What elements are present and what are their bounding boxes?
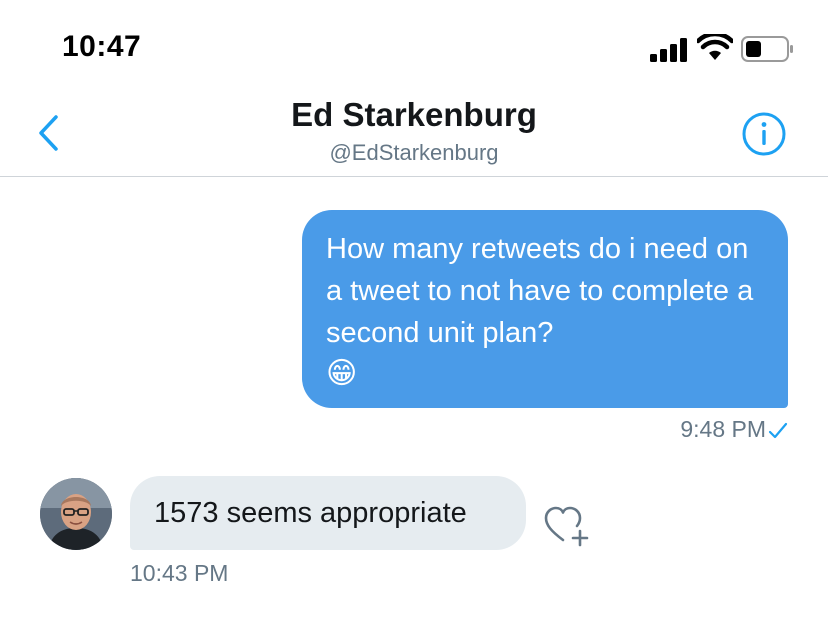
avatar[interactable] xyxy=(40,478,112,550)
wifi-icon xyxy=(697,34,733,60)
received-message-time: 10:43 PM xyxy=(130,560,229,586)
contact-name[interactable]: Ed Starkenburg xyxy=(0,96,828,134)
heart-plus-icon[interactable] xyxy=(543,504,593,548)
avatar-photo xyxy=(40,478,112,550)
sent-message-time: 9:48 PM xyxy=(680,416,766,442)
battery-icon xyxy=(741,36,793,62)
check-icon xyxy=(768,422,788,439)
status-bar: 10:47 xyxy=(0,0,828,90)
received-message-text: 1573 seems appropriate xyxy=(154,496,467,529)
received-message-bubble[interactable]: 1573 seems appropriate xyxy=(130,476,526,550)
sent-message-text: How many retweets do i need on a tweet t… xyxy=(326,233,754,349)
status-time: 10:47 xyxy=(62,30,142,63)
grinning-emoji: 😁 xyxy=(326,357,358,390)
conversation-header: Ed Starkenburg @EdStarkenburg xyxy=(0,90,828,177)
contact-handle[interactable]: @EdStarkenburg xyxy=(0,140,828,166)
sent-message-bubble[interactable]: How many retweets do i need on a tweet t… xyxy=(302,210,788,408)
signal-icon xyxy=(650,38,687,62)
info-icon[interactable] xyxy=(740,110,788,158)
